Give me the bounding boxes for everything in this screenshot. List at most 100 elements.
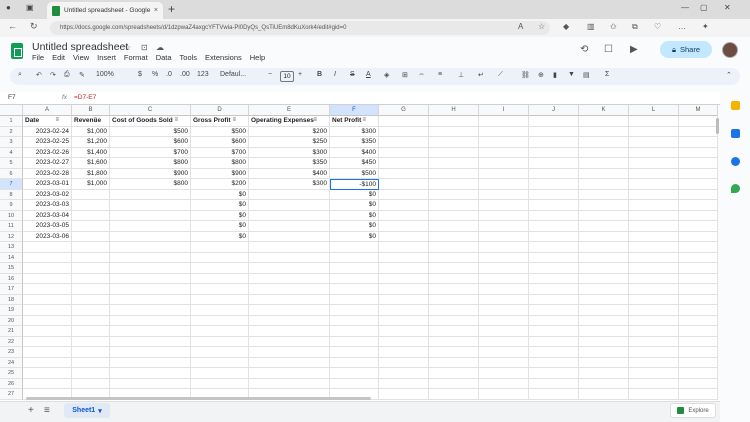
name-box[interactable]: F7 — [8, 94, 16, 101]
row-header-4[interactable]: 4 — [0, 147, 23, 158]
column-header-l[interactable]: L — [629, 105, 679, 116]
contacts-icon[interactable] — [731, 157, 740, 166]
empty-cell[interactable] — [249, 273, 330, 284]
cell-c7[interactable]: $800 — [110, 179, 191, 190]
empty-cell[interactable] — [379, 137, 429, 148]
cell-c5[interactable]: $800 — [110, 158, 191, 169]
empty-cell[interactable] — [579, 221, 629, 232]
settings-more-icon[interactable]: … — [678, 22, 686, 31]
empty-cell[interactable] — [379, 231, 429, 242]
empty-cell[interactable] — [110, 315, 191, 326]
empty-cell[interactable] — [379, 357, 429, 368]
empty-cell[interactable] — [479, 221, 529, 232]
empty-cell[interactable] — [110, 242, 191, 253]
cell-d3[interactable]: $600 — [191, 137, 249, 148]
empty-cell[interactable] — [249, 252, 330, 263]
text-color-button[interactable]: A — [366, 71, 371, 78]
empty-cell[interactable] — [679, 231, 718, 242]
filter-dropdown-icon[interactable]: ≡ — [55, 117, 59, 123]
empty-cell[interactable] — [429, 137, 479, 148]
tasks-icon[interactable] — [731, 129, 740, 138]
empty-cell[interactable] — [191, 252, 249, 263]
cell-e2[interactable]: $200 — [249, 126, 330, 137]
empty-cell[interactable] — [249, 336, 330, 347]
row-header-14[interactable]: 14 — [0, 252, 23, 263]
menu-insert[interactable]: Insert — [97, 53, 116, 62]
empty-cell[interactable] — [379, 116, 429, 127]
empty-cell[interactable] — [479, 315, 529, 326]
empty-cell[interactable] — [479, 336, 529, 347]
cell-d12[interactable]: $0 — [191, 231, 249, 242]
header-cell[interactable]: Net Profit — [330, 116, 379, 127]
empty-cell[interactable] — [529, 158, 579, 169]
empty-cell[interactable] — [110, 284, 191, 295]
cell-d11[interactable]: $0 — [191, 221, 249, 232]
empty-cell[interactable] — [629, 158, 679, 169]
cell-f2[interactable]: $300 — [330, 126, 379, 137]
empty-cell[interactable] — [429, 200, 479, 211]
empty-cell[interactable] — [579, 210, 629, 221]
cell-a2[interactable]: 2023-02-24 — [23, 126, 72, 137]
column-header-e[interactable]: E — [249, 105, 330, 116]
row-header-23[interactable]: 23 — [0, 347, 23, 358]
cell-a4[interactable]: 2023-02-26 — [23, 147, 72, 158]
cell-b7[interactable]: $1,000 — [72, 179, 110, 190]
insert-comment-icon[interactable]: ⊕ — [538, 71, 544, 79]
empty-cell[interactable] — [579, 263, 629, 274]
cell-d9[interactable]: $0 — [191, 200, 249, 211]
column-header-f[interactable]: F — [330, 105, 379, 116]
functions-icon[interactable]: Σ — [605, 71, 609, 78]
search-menus-icon[interactable]: ⌕ — [18, 71, 22, 79]
empty-cell[interactable] — [479, 231, 529, 242]
cell-d7[interactable]: $200 — [191, 179, 249, 190]
cell-f9[interactable]: $0 — [330, 200, 379, 211]
tab-close-icon[interactable]: × — [154, 7, 158, 14]
row-header-2[interactable]: 2 — [0, 126, 23, 137]
empty-cell[interactable] — [629, 305, 679, 316]
font-size-increase-button[interactable]: + — [298, 71, 302, 78]
header-cell[interactable]: Operating Expenses — [249, 116, 330, 127]
empty-cell[interactable] — [629, 326, 679, 337]
column-header-d[interactable]: D — [191, 105, 249, 116]
insert-link-icon[interactable]: ⛓ — [521, 71, 530, 79]
empty-cell[interactable] — [249, 315, 330, 326]
empty-cell[interactable] — [330, 252, 379, 263]
empty-cell[interactable] — [191, 347, 249, 358]
empty-cell[interactable] — [249, 305, 330, 316]
empty-cell[interactable] — [629, 137, 679, 148]
document-title[interactable]: Untitled spreadsheet — [32, 41, 128, 53]
empty-cell[interactable] — [191, 305, 249, 316]
empty-cell[interactable] — [429, 252, 479, 263]
empty-cell[interactable] — [379, 210, 429, 221]
empty-cell[interactable] — [529, 263, 579, 274]
percent-format-button[interactable]: % — [152, 71, 158, 78]
empty-cell[interactable] — [679, 252, 718, 263]
column-header-m[interactable]: M — [679, 105, 718, 116]
cell-d2[interactable]: $500 — [191, 126, 249, 137]
column-header-h[interactable]: H — [429, 105, 479, 116]
empty-cell[interactable] — [479, 326, 529, 337]
row-header-10[interactable]: 10 — [0, 210, 23, 221]
filter-dropdown-icon[interactable]: ≡ — [174, 117, 178, 123]
empty-cell[interactable] — [479, 147, 529, 158]
url-field[interactable]: https://docs.google.com/spreadsheets/d/1… — [50, 21, 550, 35]
empty-cell[interactable] — [479, 378, 529, 389]
empty-cell[interactable] — [479, 347, 529, 358]
cell-a3[interactable]: 2023-02-25 — [23, 137, 72, 148]
empty-cell[interactable] — [72, 378, 110, 389]
empty-cell[interactable] — [23, 263, 72, 274]
empty-cell[interactable] — [330, 263, 379, 274]
empty-cell[interactable] — [579, 158, 629, 169]
empty-cell[interactable] — [529, 378, 579, 389]
empty-cell[interactable] — [529, 126, 579, 137]
row-header-26[interactable]: 26 — [0, 378, 23, 389]
empty-cell[interactable] — [529, 368, 579, 379]
empty-cell[interactable] — [679, 368, 718, 379]
cell-e12[interactable] — [249, 231, 330, 242]
empty-cell[interactable] — [379, 189, 429, 200]
row-header-1[interactable]: 1 — [0, 116, 23, 127]
horizontal-align-icon[interactable]: ≡ — [438, 71, 442, 78]
empty-cell[interactable] — [249, 284, 330, 295]
empty-cell[interactable] — [23, 273, 72, 284]
horizontal-scrollbar[interactable] — [26, 397, 371, 400]
